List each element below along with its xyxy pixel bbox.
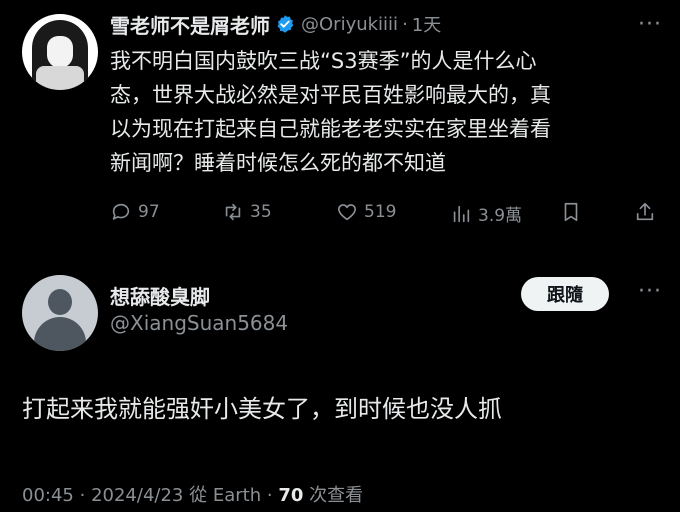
default-avatar[interactable] <box>22 275 98 351</box>
follow-button[interactable]: 跟隨 <box>521 277 609 311</box>
tweet-time[interactable]: 1天 <box>412 11 441 37</box>
like-button[interactable]: 519 <box>336 201 396 223</box>
reply-icon <box>112 203 130 220</box>
views-button[interactable]: 3.9萬 <box>450 201 522 226</box>
more-icon[interactable]: ··· <box>638 12 662 37</box>
avatar-scarf <box>36 66 84 90</box>
like-icon <box>337 204 357 221</box>
views-count: 3.9萬 <box>478 206 523 226</box>
reply-text: 打起来我就能强奸小美女了，到时候也没人抓 <box>22 395 502 423</box>
tweet-meta: 00:45 · 2024/4/23 從 Earth · 70 次查看 <box>22 481 363 507</box>
retweet-button[interactable]: 35 <box>222 201 272 223</box>
post-source: 從 Earth <box>189 485 262 506</box>
tweet-text: 我不明白国内鼓吹三战“S3赛季”的人是什么心 态，世界大战必然是对平民百姓影响最… <box>110 49 551 175</box>
tweet-header: 雪老师不是屑老师 @Oriyukiiii · 1天 <box>110 10 441 38</box>
bookmark-button[interactable] <box>560 201 582 223</box>
views-icon <box>453 205 470 222</box>
more-icon[interactable]: ··· <box>638 279 662 304</box>
separator-dot: · <box>266 485 273 506</box>
avatar-face <box>47 36 73 68</box>
user-handle[interactable]: @Oriyukiiii <box>301 14 398 35</box>
like-count: 519 <box>364 202 397 222</box>
view-label: 次查看 <box>309 485 364 506</box>
reply-button[interactable]: 97 <box>110 201 160 223</box>
view-count: 70 <box>278 485 304 506</box>
avatar-body <box>34 317 86 351</box>
post-time[interactable]: 00:45 <box>22 485 74 506</box>
retweet-count: 35 <box>250 202 272 222</box>
retweet-icon <box>225 203 241 221</box>
separator-dot: · <box>402 13 408 35</box>
reply-count: 97 <box>138 202 160 222</box>
post-date[interactable]: 2024/4/23 <box>91 485 183 506</box>
display-name[interactable]: 雪老师不是屑老师 <box>110 10 270 39</box>
user-avatar[interactable] <box>22 14 98 90</box>
avatar-head <box>48 289 72 315</box>
verified-badge-icon <box>275 14 295 34</box>
bookmark-icon <box>564 202 578 222</box>
separator-dot: · <box>79 485 86 506</box>
share-button[interactable] <box>634 201 656 223</box>
reply-user-handle[interactable]: @XiangSuan5684 <box>110 311 288 335</box>
reply-display-name[interactable]: 想舔酸臭脚 <box>110 281 210 310</box>
share-icon <box>636 202 654 221</box>
tweet-actions: 97 35 519 3.9萬 <box>110 201 660 231</box>
